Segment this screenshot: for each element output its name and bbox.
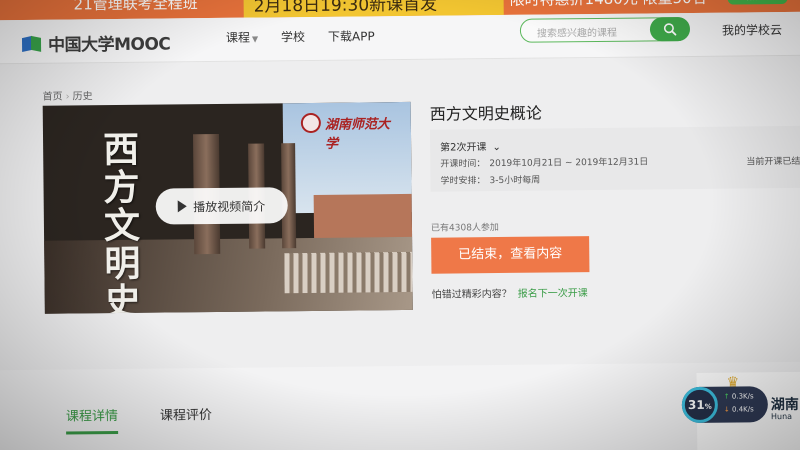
nav-download-label: 下载APP bbox=[327, 29, 375, 44]
view-content-button[interactable]: 已结束，查看内容 bbox=[431, 236, 590, 274]
breadcrumb: 首页 › 历史 bbox=[43, 87, 93, 103]
search-button[interactable] bbox=[649, 17, 691, 42]
search-placeholder: 搜索感兴趣的课程 bbox=[536, 27, 618, 40]
time-label: 开课时间： bbox=[440, 159, 486, 170]
upload-speed: ↑ 0.3K/s bbox=[724, 392, 754, 400]
course-intro-video[interactable]: 西 方 文 明 史 湖南师范大学 播放视频简介 bbox=[42, 101, 413, 314]
play-intro-label: 播放视频简介 bbox=[193, 198, 266, 214]
banner-right-text: 限时特惠折1480元 限量50名 bbox=[509, 0, 707, 10]
hours-value: 3-5小时每周 bbox=[489, 175, 541, 187]
network-monitor-widget[interactable]: 31% ↑ 0.3K/s ↓ 0.4K/s bbox=[681, 386, 769, 424]
upload-speed-value: 0.3K/s bbox=[731, 392, 754, 401]
term-time: 开课时间： 2019年10月21日 ~ 2019年12月31日 bbox=[440, 154, 648, 169]
term-status: 当前开课已结 bbox=[746, 156, 800, 168]
search-input[interactable]: 搜索感兴趣的课程 bbox=[519, 17, 691, 43]
play-icon bbox=[178, 200, 188, 213]
cpu-percent: 31% bbox=[681, 386, 719, 424]
download-speed: ↓ 0.4K/s bbox=[724, 405, 754, 413]
nav-schools-label: 学校 bbox=[280, 30, 306, 45]
term-label: 第2次开课 bbox=[440, 142, 487, 154]
site-logo[interactable]: 中国大学MOOC bbox=[21, 30, 171, 56]
nav-courses[interactable]: 课程 ▼ bbox=[226, 29, 258, 46]
video-title-char: 文 bbox=[103, 204, 141, 248]
cpu-percent-value: 31 bbox=[687, 397, 705, 413]
browser-screen: 21管理联考全程班 2月18日19:30新课首发 限时特惠折1480元 限量50… bbox=[0, 0, 800, 450]
chevron-down-icon: ⌄ bbox=[492, 141, 501, 154]
missed-prompt: 怕错过精彩内容？ 报名下一次开课 bbox=[432, 284, 588, 301]
banner-button[interactable]: 点击 bbox=[727, 0, 788, 5]
school-logo: 湖南师范大学 bbox=[300, 112, 401, 152]
play-intro-button[interactable]: 播放视频简介 bbox=[155, 187, 288, 225]
upload-arrow-icon: ↑ bbox=[723, 392, 730, 401]
course-detail-section bbox=[0, 361, 800, 450]
missed-text: 怕错过精彩内容？ bbox=[431, 288, 512, 301]
search-icon bbox=[663, 23, 677, 36]
hours-label: 学时安排： bbox=[440, 176, 486, 187]
banner-left-text: 21管理联考全程班 bbox=[73, 0, 198, 14]
breadcrumb-separator: › bbox=[65, 91, 70, 103]
breadcrumb-home[interactable]: 首页 bbox=[43, 92, 63, 103]
term-info-panel: 第2次开课 ⌄ 开课时间： 2019年10月21日 ~ 2019年12月31日 学时… bbox=[429, 125, 800, 192]
tab-course-reviews[interactable]: 课程评价 bbox=[160, 404, 212, 424]
mooc-logo-icon bbox=[21, 34, 44, 53]
nav-schools[interactable]: 学校 bbox=[281, 28, 305, 45]
video-title-char: 西 bbox=[102, 128, 140, 172]
download-arrow-icon: ↓ bbox=[723, 405, 730, 414]
tab-course-details[interactable]: 课程详情 bbox=[66, 405, 118, 425]
cpu-percent-unit: % bbox=[704, 402, 712, 411]
nav-download-app[interactable]: 下载APP bbox=[328, 27, 375, 44]
enrolled-count: 已有4308人参加 bbox=[430, 223, 499, 234]
nav-courses-label: 课程 bbox=[225, 30, 251, 45]
video-title-text: 西 方 文 明 史 bbox=[102, 128, 165, 314]
breadcrumb-history[interactable]: 历史 bbox=[73, 91, 93, 102]
term-selector[interactable]: 第2次开课 ⌄ bbox=[440, 138, 501, 154]
course-title: 西方文明史概论 bbox=[429, 103, 542, 124]
school-name: 湖南师范大学 bbox=[324, 117, 391, 152]
my-school-cloud-link[interactable]: 我的学校云 bbox=[722, 21, 782, 39]
term-hours: 学时安排： 3-5小时每周 bbox=[440, 173, 540, 187]
enroll-next-link[interactable]: 报名下一次开课 bbox=[518, 288, 588, 300]
download-speed-value: 0.4K/s bbox=[731, 405, 754, 414]
video-title-char: 史 bbox=[104, 280, 141, 314]
logo-text: 中国大学MOOC bbox=[47, 33, 171, 56]
video-balustrade bbox=[284, 251, 413, 294]
video-title-char: 明 bbox=[104, 242, 141, 286]
school-card-sub: Huna bbox=[770, 411, 793, 422]
video-title-char: 方 bbox=[103, 166, 140, 210]
time-value: 2019年10月21日 ~ 2019年12月31日 bbox=[489, 157, 649, 170]
school-seal-icon bbox=[300, 112, 321, 134]
caret-down-icon: ▼ bbox=[251, 34, 259, 44]
banner-mid-text: 2月18日19:30新课首发 bbox=[253, 0, 438, 17]
